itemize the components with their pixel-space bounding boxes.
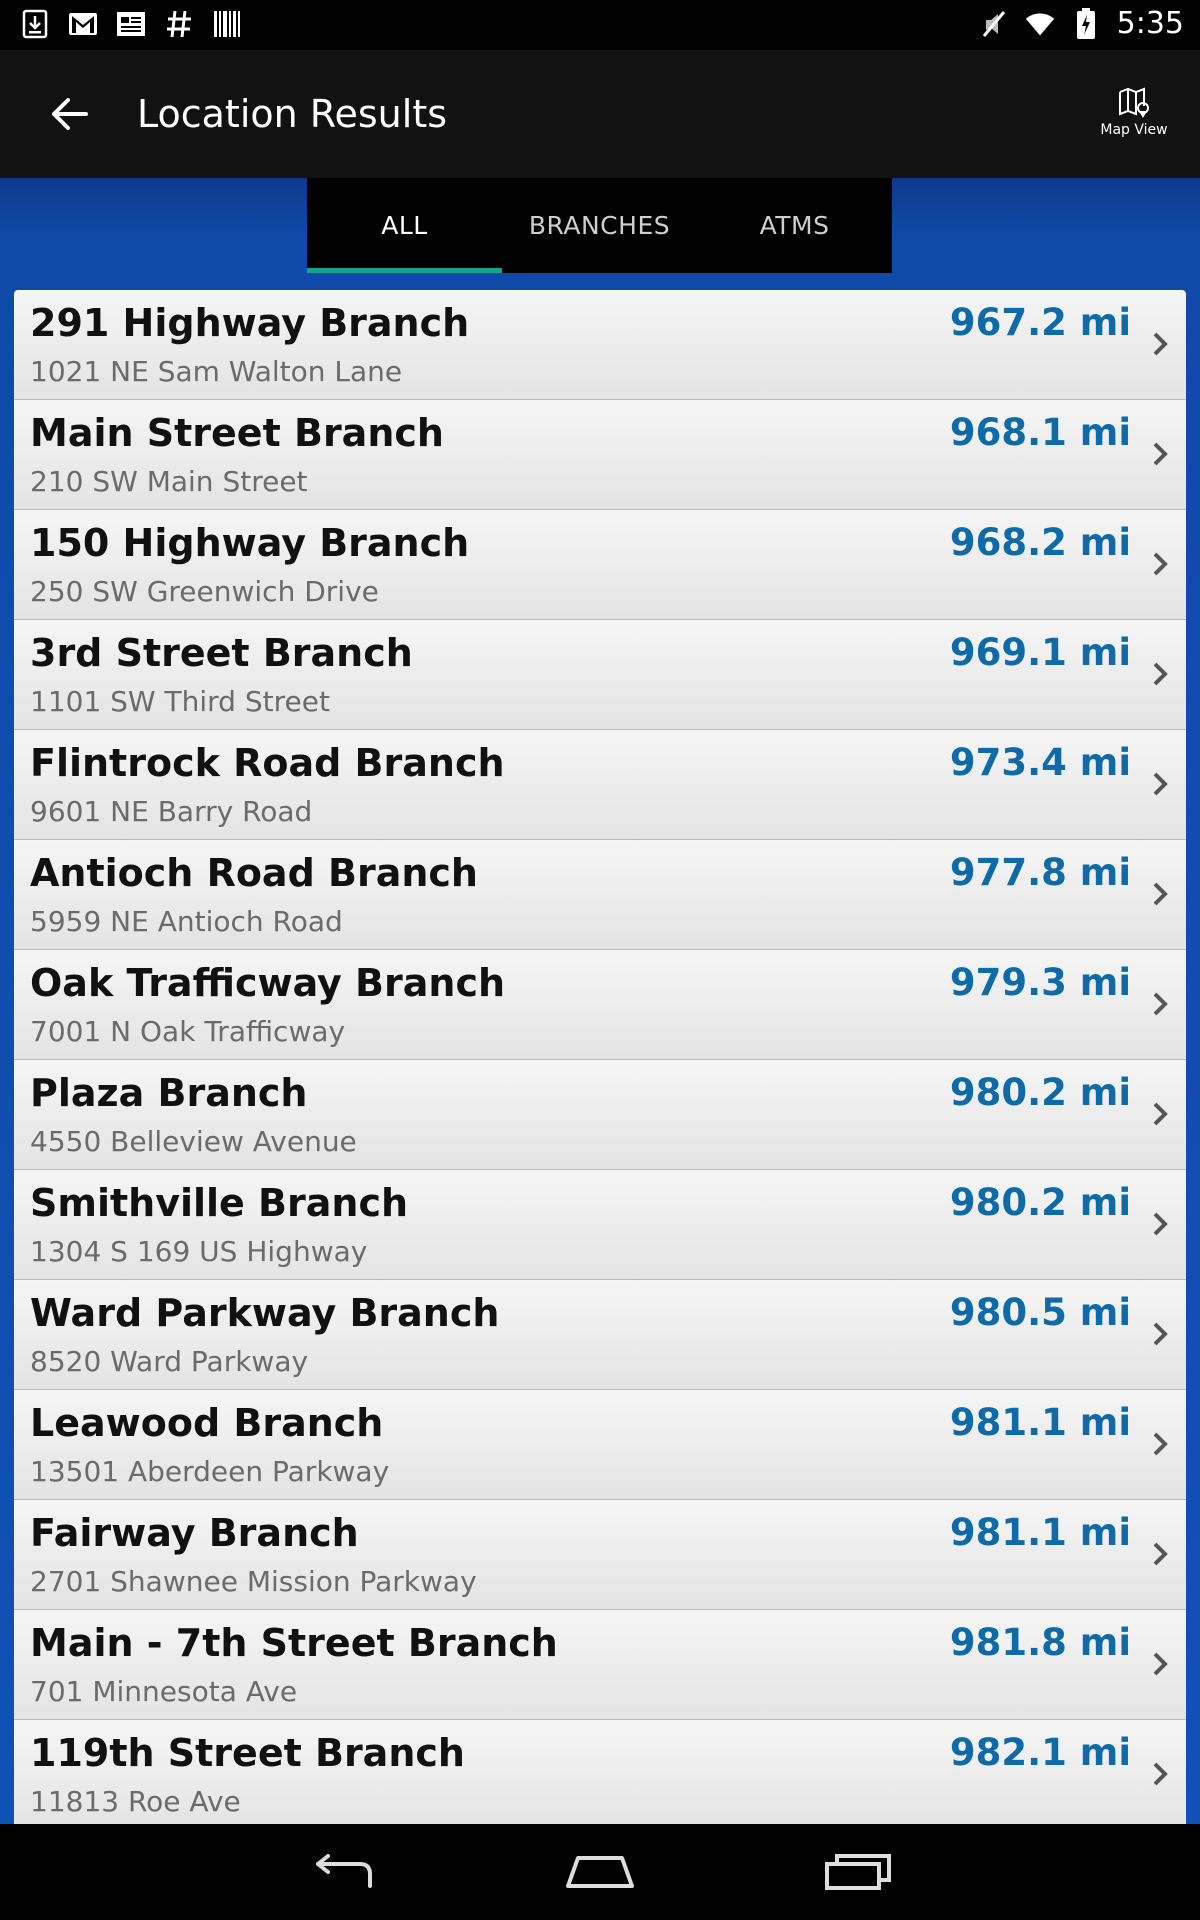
chevron-right-icon bbox=[1148, 1648, 1172, 1680]
list-item[interactable]: 291 Highway Branch 1021 NE Sam Walton La… bbox=[14, 290, 1186, 400]
chevron-right-icon bbox=[1148, 548, 1172, 580]
location-distance: 979.3 mi bbox=[949, 961, 1131, 1004]
chevron-right-icon bbox=[1148, 1098, 1172, 1130]
home-nav-icon[interactable] bbox=[560, 1842, 640, 1902]
barcode-icon bbox=[212, 9, 242, 39]
gmail-icon bbox=[68, 9, 98, 39]
location-name: Antioch Road Branch bbox=[30, 851, 478, 895]
list-item[interactable]: 119th Street Branch 11813 Roe Ave 982.1 … bbox=[14, 1720, 1186, 1824]
location-distance: 982.1 mi bbox=[949, 1731, 1131, 1774]
wifi-icon bbox=[1025, 8, 1055, 40]
clock: 5:35 bbox=[1116, 6, 1184, 41]
map-pin-icon bbox=[1119, 87, 1149, 118]
list-item[interactable]: Plaza Branch 4550 Belleview Avenue 980.2… bbox=[14, 1060, 1186, 1170]
location-name: Flintrock Road Branch bbox=[30, 741, 505, 785]
location-name: Leawood Branch bbox=[30, 1401, 384, 1445]
chevron-right-icon bbox=[1148, 768, 1172, 800]
location-distance: 968.1 mi bbox=[949, 411, 1131, 454]
list-item[interactable]: Antioch Road Branch 5959 NE Antioch Road… bbox=[14, 840, 1186, 950]
location-name: Ward Parkway Branch bbox=[30, 1291, 500, 1335]
tab-all[interactable]: ALL bbox=[307, 178, 502, 273]
back-nav-icon[interactable] bbox=[303, 1842, 383, 1902]
chevron-right-icon bbox=[1148, 878, 1172, 910]
location-distance: 973.4 mi bbox=[949, 741, 1131, 784]
chevron-right-icon bbox=[1148, 658, 1172, 690]
location-address: 210 SW Main Street bbox=[30, 465, 308, 498]
location-address: 8520 Ward Parkway bbox=[30, 1345, 309, 1378]
location-address: 5959 NE Antioch Road bbox=[30, 905, 343, 938]
download-icon bbox=[20, 9, 50, 39]
location-address: 7001 N Oak Trafficway bbox=[30, 1015, 346, 1048]
tab-branches[interactable]: BRANCHES bbox=[502, 178, 697, 273]
location-distance: 981.1 mi bbox=[949, 1511, 1131, 1554]
map-view-button[interactable]: Map View bbox=[1088, 86, 1180, 146]
location-name: Oak Trafficway Branch bbox=[30, 961, 506, 1005]
back-button[interactable] bbox=[40, 86, 100, 142]
location-address: 4550 Belleview Avenue bbox=[30, 1125, 357, 1158]
list-item[interactable]: Fairway Branch 2701 Shawnee Mission Park… bbox=[14, 1500, 1186, 1610]
list-item[interactable]: Main - 7th Street Branch 701 Minnesota A… bbox=[14, 1610, 1186, 1720]
location-name: Fairway Branch bbox=[30, 1511, 359, 1555]
chevron-right-icon bbox=[1148, 438, 1172, 470]
battery-icon bbox=[1071, 7, 1101, 40]
chevron-right-icon bbox=[1148, 1318, 1172, 1350]
list-item[interactable]: 150 Highway Branch 250 SW Greenwich Driv… bbox=[14, 510, 1186, 620]
page-title: Location Results bbox=[137, 92, 448, 136]
location-distance: 981.8 mi bbox=[949, 1621, 1131, 1664]
location-distance: 969.1 mi bbox=[949, 631, 1131, 674]
location-name: 119th Street Branch bbox=[30, 1731, 465, 1775]
list-item[interactable]: Leawood Branch 13501 Aberdeen Parkway 98… bbox=[14, 1390, 1186, 1500]
location-address: 13501 Aberdeen Parkway bbox=[30, 1455, 390, 1488]
location-name: Main Street Branch bbox=[30, 411, 444, 455]
location-name: 3rd Street Branch bbox=[30, 631, 413, 675]
location-name: Plaza Branch bbox=[30, 1071, 308, 1115]
location-distance: 968.2 mi bbox=[949, 521, 1131, 564]
chevron-right-icon bbox=[1148, 328, 1172, 360]
notification-icons bbox=[20, 9, 242, 39]
list-item[interactable]: Flintrock Road Branch 9601 NE Barry Road… bbox=[14, 730, 1186, 840]
map-view-label: Map View bbox=[1100, 122, 1168, 138]
system-nav-bar bbox=[0, 1824, 1200, 1920]
location-address: 1021 NE Sam Walton Lane bbox=[30, 355, 403, 388]
mute-icon bbox=[979, 8, 1009, 40]
tab-bar: ALL BRANCHES ATMS bbox=[307, 178, 892, 273]
list-item[interactable]: Main Street Branch 210 SW Main Street 96… bbox=[14, 400, 1186, 510]
status-bar: 5:35 bbox=[0, 0, 1200, 50]
location-distance: 977.8 mi bbox=[949, 851, 1131, 894]
chevron-right-icon bbox=[1148, 1208, 1172, 1240]
location-address: 701 Minnesota Ave bbox=[30, 1675, 298, 1708]
location-name: 150 Highway Branch bbox=[30, 521, 470, 565]
location-distance: 980.5 mi bbox=[949, 1291, 1131, 1334]
location-name: 291 Highway Branch bbox=[30, 301, 470, 345]
location-address: 2701 Shawnee Mission Parkway bbox=[30, 1565, 477, 1598]
arrow-left-icon bbox=[52, 98, 88, 130]
location-name: Smithville Branch bbox=[30, 1181, 409, 1225]
list-item[interactable]: 3rd Street Branch 1101 SW Third Street 9… bbox=[14, 620, 1186, 730]
list-item[interactable]: Smithville Branch 1304 S 169 US Highway … bbox=[14, 1170, 1186, 1280]
hash-icon bbox=[164, 9, 194, 39]
recents-nav-icon[interactable] bbox=[818, 1842, 898, 1902]
location-address: 1304 S 169 US Highway bbox=[30, 1235, 368, 1268]
location-distance: 980.2 mi bbox=[949, 1071, 1131, 1114]
app-bar: Location Results Map View bbox=[0, 50, 1200, 178]
list-item[interactable]: Oak Trafficway Branch 7001 N Oak Traffic… bbox=[14, 950, 1186, 1060]
system-status: 5:35 bbox=[979, 6, 1184, 41]
location-address: 1101 SW Third Street bbox=[30, 685, 330, 718]
chevron-right-icon bbox=[1148, 1758, 1172, 1790]
location-distance: 967.2 mi bbox=[949, 301, 1131, 344]
chevron-right-icon bbox=[1148, 1538, 1172, 1570]
location-distance: 981.1 mi bbox=[949, 1401, 1131, 1444]
chevron-right-icon bbox=[1148, 1428, 1172, 1460]
location-list: 291 Highway Branch 1021 NE Sam Walton La… bbox=[14, 290, 1186, 1824]
location-address: 11813 Roe Ave bbox=[30, 1785, 241, 1818]
list-item[interactable]: Ward Parkway Branch 8520 Ward Parkway 98… bbox=[14, 1280, 1186, 1390]
tab-atms[interactable]: ATMS bbox=[697, 178, 892, 273]
location-address: 9601 NE Barry Road bbox=[30, 795, 313, 828]
location-address: 250 SW Greenwich Drive bbox=[30, 575, 379, 608]
chevron-right-icon bbox=[1148, 988, 1172, 1020]
location-distance: 980.2 mi bbox=[949, 1181, 1131, 1224]
location-name: Main - 7th Street Branch bbox=[30, 1621, 558, 1665]
news-icon bbox=[116, 9, 146, 39]
